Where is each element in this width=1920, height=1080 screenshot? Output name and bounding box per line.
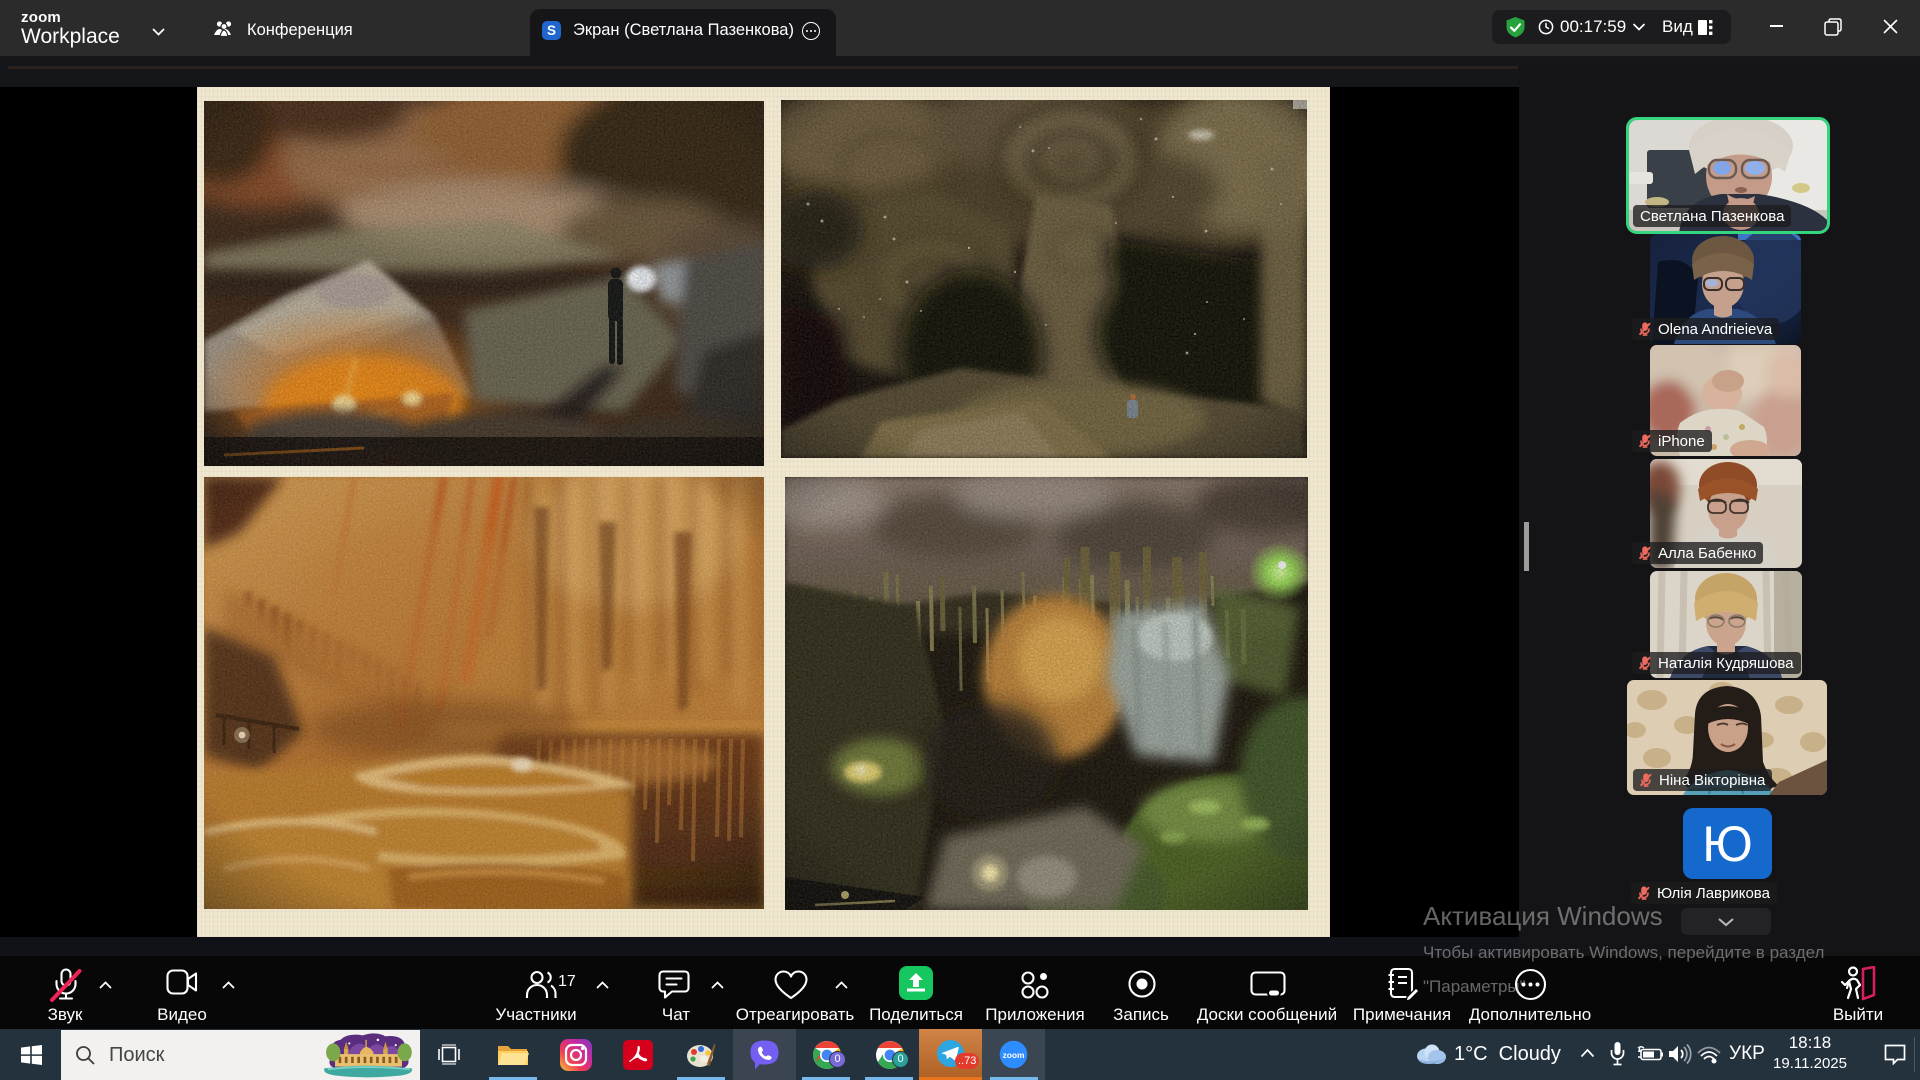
svg-text:zoom: zoom: [1003, 1050, 1025, 1060]
